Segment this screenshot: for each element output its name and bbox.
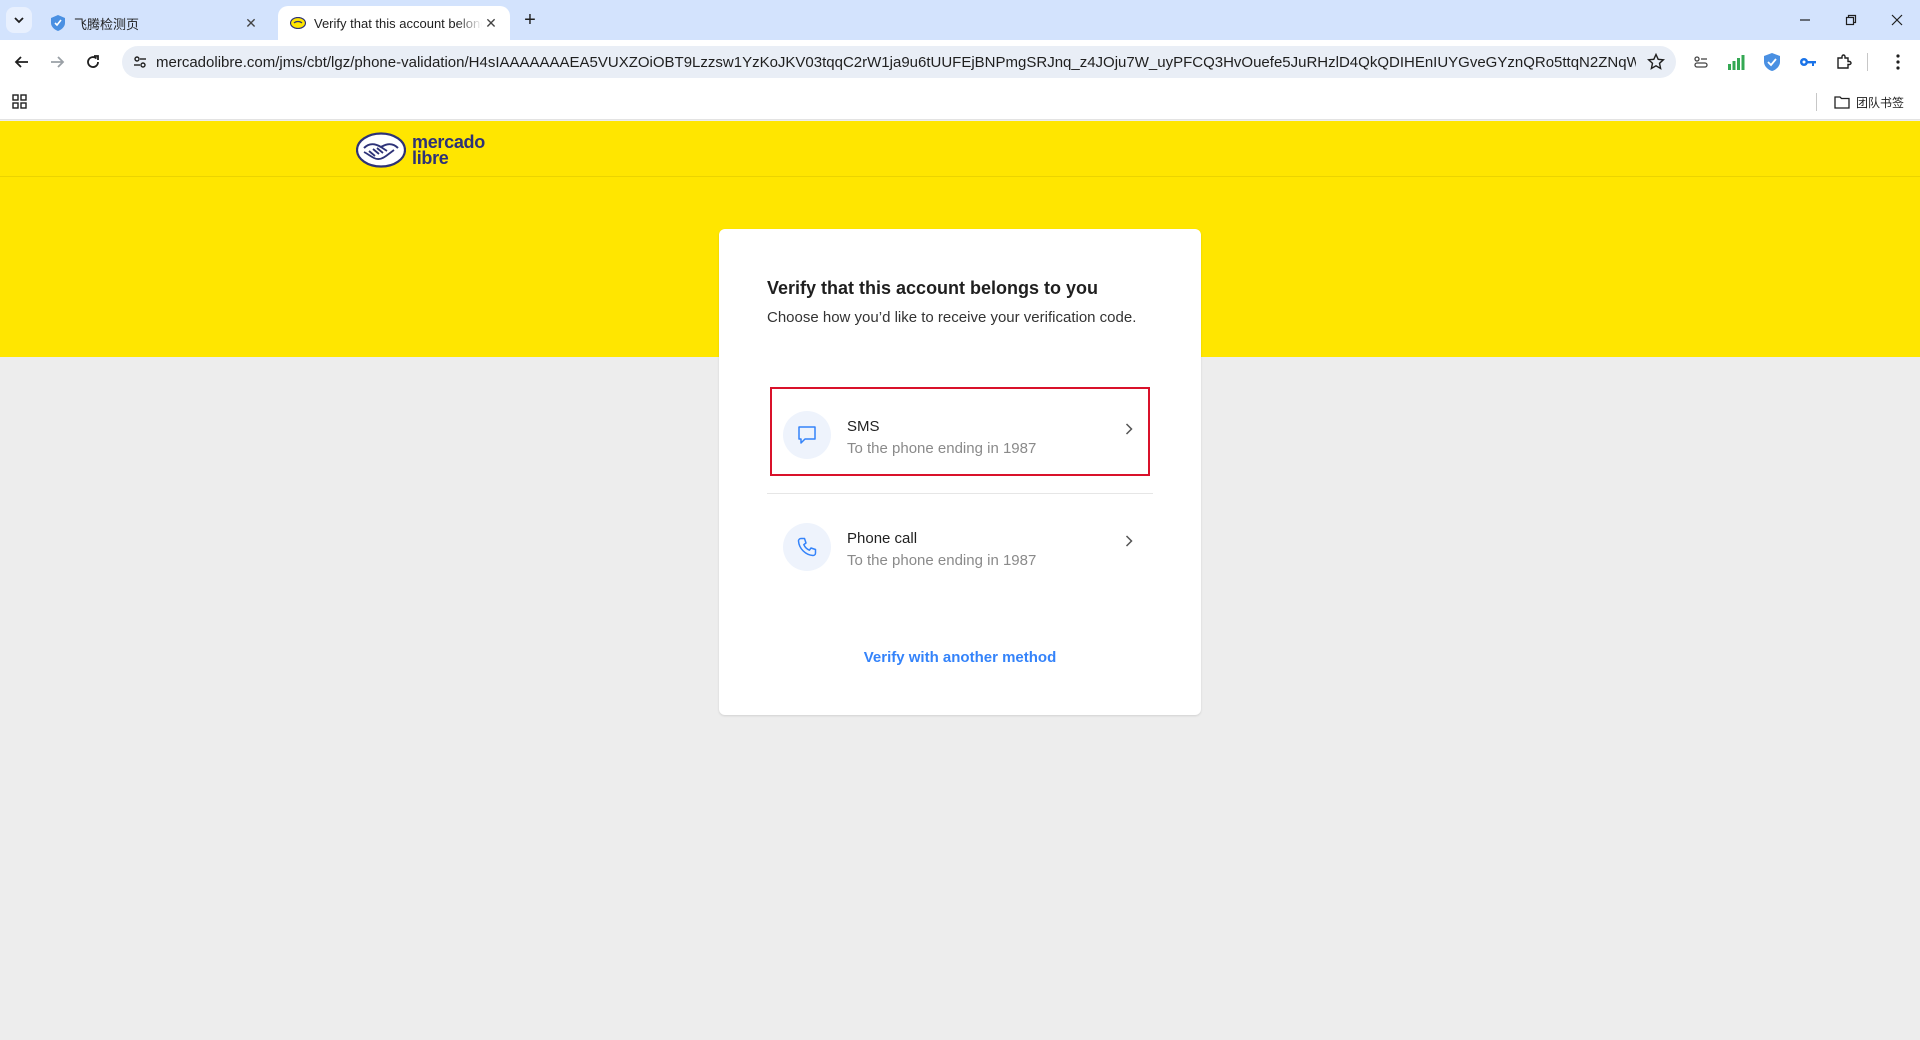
- arrow-left-icon: [14, 56, 28, 68]
- tab-search-button[interactable]: [6, 7, 32, 33]
- minimize-icon: [1800, 19, 1810, 21]
- card-subtitle: Choose how you’d like to receive your ve…: [767, 309, 1137, 326]
- handshake-logo-icon: [356, 132, 406, 168]
- chevron-right-icon: [1123, 533, 1135, 549]
- close-icon[interactable]: ✕: [482, 14, 500, 32]
- shield-favicon-icon: [50, 15, 66, 31]
- option-phone-call[interactable]: Phone call To the phone ending in 1987: [767, 499, 1153, 588]
- tab-strip: 飞腾检测页 ✕ Verify that this account belongs…: [0, 0, 1920, 40]
- arrow-right-icon: [51, 56, 65, 68]
- verification-card: Verify that this account belongs to you …: [719, 229, 1201, 715]
- site-info-icon[interactable]: [130, 52, 150, 72]
- mercadolibre-favicon-icon: [290, 15, 306, 31]
- chevron-down-icon: [14, 17, 24, 24]
- browser-toolbar: mercadolibre.com/jms/cbt/lgz/phone-valid…: [0, 40, 1920, 84]
- phone-icon: [783, 523, 831, 571]
- chevron-right-icon: [1123, 421, 1135, 437]
- key-icon[interactable]: [1797, 51, 1819, 73]
- address-bar[interactable]: mercadolibre.com/jms/cbt/lgz/phone-valid…: [122, 46, 1676, 78]
- close-icon[interactable]: ✕: [242, 14, 260, 32]
- page-content: mercado libre Verify that this account b…: [0, 121, 1920, 1040]
- verify-another-method-link[interactable]: Verify with another method: [719, 649, 1201, 666]
- option-description: To the phone ending in 1987: [847, 440, 1037, 457]
- extensions-puzzle-icon[interactable]: [1833, 51, 1855, 73]
- new-tab-button[interactable]: +: [518, 8, 542, 32]
- bookmark-folder[interactable]: 团队书签: [1834, 92, 1904, 112]
- menu-kebab-icon[interactable]: [1887, 51, 1909, 73]
- logo-text: mercado libre: [412, 133, 485, 168]
- option-description: To the phone ending in 1987: [847, 552, 1037, 569]
- forward-button[interactable]: [43, 48, 71, 76]
- option-title: Phone call: [847, 530, 918, 547]
- back-button[interactable]: [8, 48, 36, 76]
- message-icon: [783, 411, 831, 459]
- close-icon: [1891, 14, 1903, 26]
- bookmarks-bar: 团队书签: [0, 84, 1920, 120]
- signal-bars-icon[interactable]: [1725, 51, 1747, 73]
- shield-extension-icon[interactable]: [1761, 51, 1783, 73]
- mercadolibre-logo[interactable]: mercado libre: [356, 130, 496, 170]
- toolbar-divider: [1866, 51, 1868, 73]
- reload-button[interactable]: [79, 48, 107, 76]
- option-sms[interactable]: SMS To the phone ending in 1987: [767, 387, 1153, 476]
- option-title: SMS: [847, 418, 880, 435]
- tab-groups-icon[interactable]: [1690, 51, 1712, 73]
- restore-icon: [1845, 14, 1857, 26]
- site-header: mercado libre: [0, 121, 1920, 177]
- bookmark-star-icon[interactable]: [1646, 52, 1666, 72]
- card-title: Verify that this account belongs to you: [767, 278, 1099, 298]
- folder-icon: [1834, 96, 1850, 109]
- bookmarks-divider: [1816, 93, 1817, 111]
- logo-line-2: libre: [412, 148, 449, 168]
- tab-title: 飞腾检测页: [74, 16, 140, 32]
- bookmark-folder-label: 团队书签: [1856, 95, 1905, 110]
- minimize-button[interactable]: [1782, 0, 1828, 40]
- tab-active[interactable]: Verify that this account belongs to you …: [278, 6, 510, 40]
- options-divider: [767, 493, 1153, 494]
- url-text[interactable]: mercadolibre.com/jms/cbt/lgz/phone-valid…: [156, 54, 1636, 71]
- tab-title: Verify that this account belongs to you: [314, 15, 482, 31]
- apps-grid-icon[interactable]: [10, 92, 30, 112]
- restore-button[interactable]: [1828, 0, 1874, 40]
- tab-inactive[interactable]: 飞腾检测页 ✕: [38, 6, 270, 40]
- close-window-button[interactable]: [1874, 0, 1920, 40]
- reload-icon: [87, 55, 99, 68]
